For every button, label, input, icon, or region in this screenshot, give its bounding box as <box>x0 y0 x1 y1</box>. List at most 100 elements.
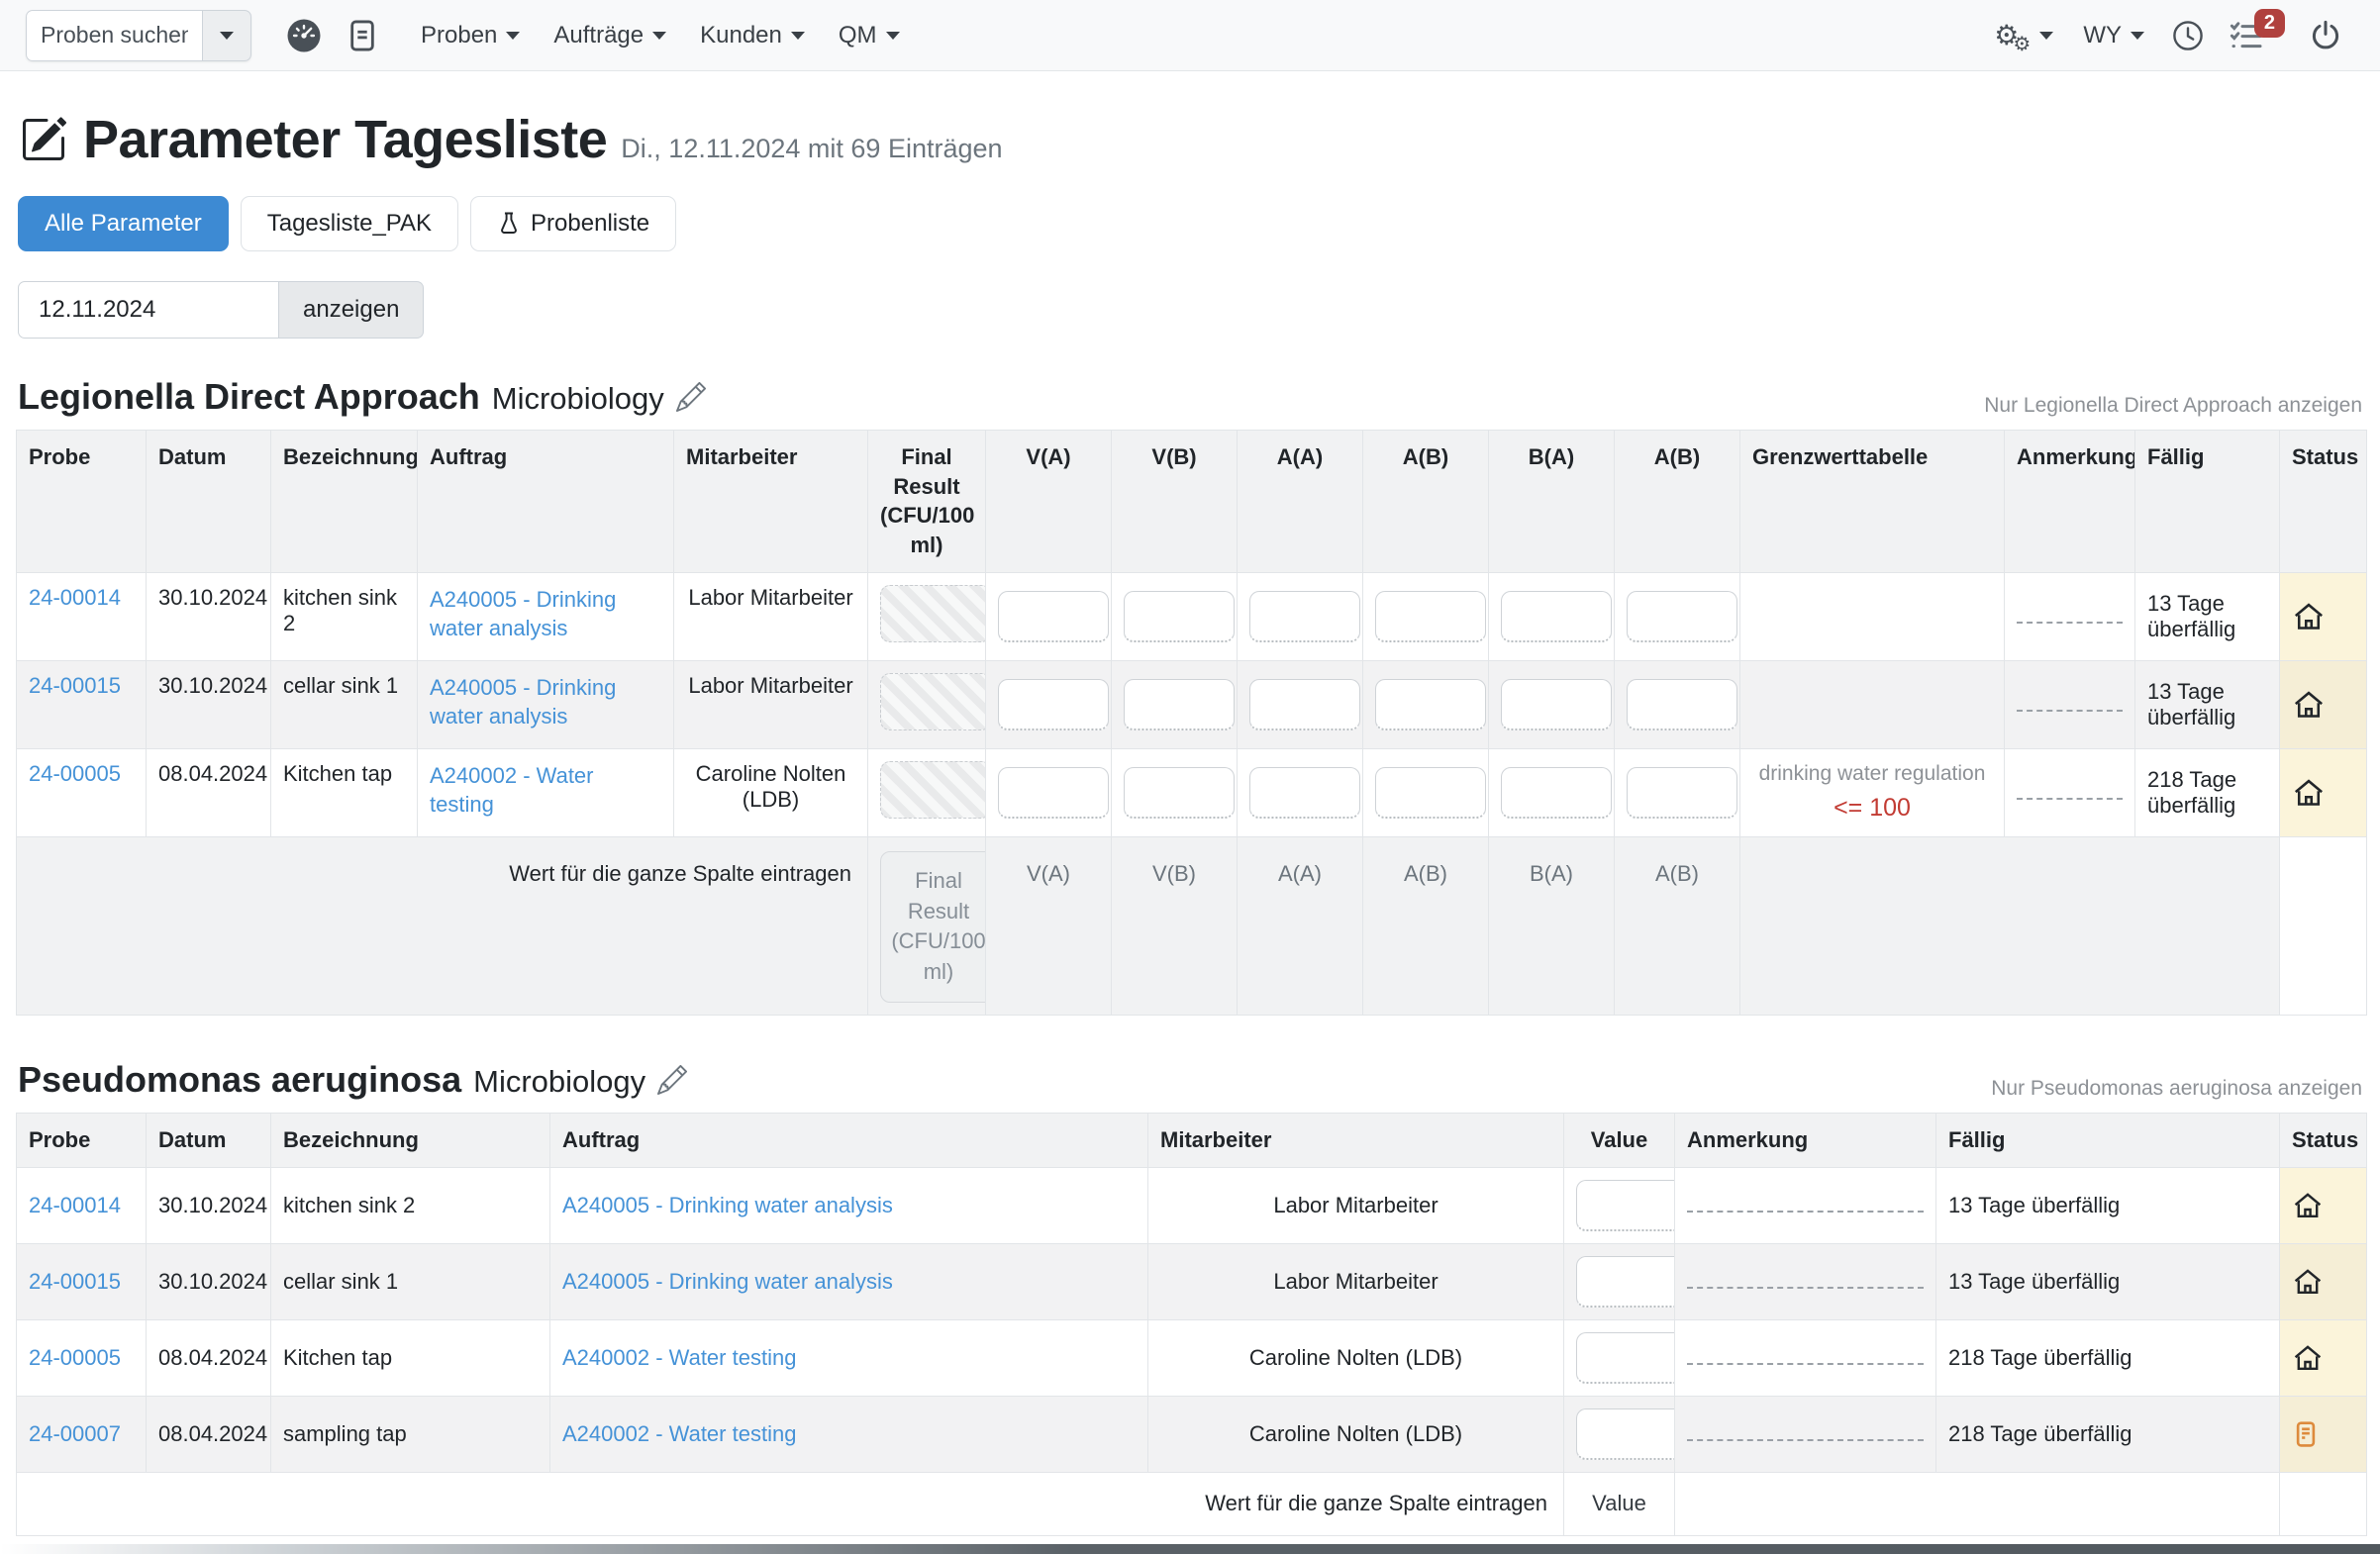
bulk-empty-cell <box>1675 1472 2280 1535</box>
bulk-column-aa-button[interactable]: A(A) <box>1278 861 1322 886</box>
vb-input[interactable] <box>1124 767 1235 819</box>
auftrag-link[interactable]: A240002 - Water testing <box>430 761 661 820</box>
bulk-column-ba-button[interactable]: B(A) <box>1530 861 1573 886</box>
col-vb: V(B) <box>1112 431 1238 573</box>
anmerkung-field[interactable] <box>2017 796 2123 800</box>
probe-link[interactable]: 24-00015 <box>29 1269 121 1294</box>
bulk-entry-row: Wert für die ganze Spalte eintragen Valu… <box>17 1472 2367 1535</box>
table-row: 24-00007 08.04.2024 sampling tap A240002… <box>17 1396 2367 1472</box>
gears-icon: ⚙⚙ <box>1994 22 2019 49</box>
vb-input[interactable] <box>1124 679 1235 730</box>
search-input[interactable] <box>26 10 202 61</box>
menu-qm[interactable]: QM <box>839 22 900 49</box>
bulk-column-ab-button[interactable]: A(B) <box>1404 861 1447 886</box>
table-row: 24-00014 30.10.2024 kitchen sink 2 A2400… <box>17 572 2367 660</box>
grenzwert-link[interactable]: drinking water regulation <box>1752 762 1992 786</box>
pencil-icon[interactable] <box>676 382 706 412</box>
auftrag-link[interactable]: A240005 - Drinking water analysis <box>430 585 661 643</box>
va-input[interactable] <box>998 767 1109 819</box>
faellig-cell: 218 Tage überfällig <box>1936 1319 2280 1396</box>
value-input[interactable] <box>1576 1408 1675 1460</box>
ba-input[interactable] <box>1501 767 1612 819</box>
probe-link[interactable]: 24-00014 <box>29 1193 121 1217</box>
col-bezeichnung: Bezeichnung <box>271 431 418 573</box>
auftrag-link[interactable]: A240005 - Drinking water analysis <box>430 673 661 731</box>
anmerkung-field[interactable] <box>1687 1209 1924 1213</box>
anmerkung-field[interactable] <box>2017 620 2123 624</box>
table-row: 24-00015 30.10.2024 cellar sink 1 A24000… <box>17 1243 2367 1319</box>
anmerkung-field[interactable] <box>1687 1437 1924 1441</box>
caret-down-icon <box>652 32 666 40</box>
tab-tagesliste-pak[interactable]: Tagesliste_PAK <box>241 196 458 251</box>
va-input[interactable] <box>998 591 1109 642</box>
ab-input[interactable] <box>1375 679 1486 730</box>
probe-link[interactable]: 24-00015 <box>29 673 121 698</box>
auftrag-link[interactable]: A240002 - Water testing <box>562 1345 796 1370</box>
journal-text-icon <box>2292 1419 2354 1449</box>
ab2-input[interactable] <box>1627 767 1737 819</box>
ab-input[interactable] <box>1375 591 1486 642</box>
anmerkung-field[interactable] <box>2017 708 2123 712</box>
power-icon[interactable] <box>2310 20 2341 51</box>
probe-link[interactable]: 24-00005 <box>29 761 121 786</box>
speedometer-icon[interactable] <box>286 18 322 53</box>
probe-link[interactable]: 24-00014 <box>29 585 121 610</box>
user-menu[interactable]: WY <box>2083 22 2144 49</box>
bulk-entry-label: Wert für die ganze Spalte eintragen <box>17 836 868 1015</box>
probe-link[interactable]: 24-00005 <box>29 1345 121 1370</box>
ab2-input[interactable] <box>1627 591 1737 642</box>
settings-menu[interactable]: ⚙⚙ <box>1994 22 2053 49</box>
col-auftrag: Auftrag <box>418 431 674 573</box>
home-icon <box>2292 1342 2354 1374</box>
pencil-icon[interactable] <box>657 1065 687 1095</box>
ba-input[interactable] <box>1501 679 1612 730</box>
file-text-icon[interactable] <box>347 19 377 52</box>
bulk-column-value-button[interactable]: Value <box>1592 1491 1646 1515</box>
aa-input[interactable] <box>1249 591 1360 642</box>
clock-icon[interactable] <box>2172 20 2204 51</box>
home-icon <box>2292 776 2354 810</box>
auftrag-link[interactable]: A240002 - Water testing <box>562 1421 796 1446</box>
col-datum: Datum <box>147 1113 271 1167</box>
probe-link[interactable]: 24-00007 <box>29 1421 121 1446</box>
datum-cell: 08.04.2024 <box>147 1396 271 1472</box>
menu-proben[interactable]: Proben <box>421 22 520 49</box>
auftrag-link[interactable]: A240005 - Drinking water analysis <box>562 1269 893 1294</box>
menu-kunden[interactable]: Kunden <box>700 22 805 49</box>
bulk-column-va-button[interactable]: V(A) <box>1027 861 1070 886</box>
bezeichnung-cell: Kitchen tap <box>271 748 418 836</box>
filter-only-legionella-link[interactable]: Nur Legionella Direct Approach anzeigen <box>1984 394 2362 418</box>
vb-input[interactable] <box>1124 591 1235 642</box>
date-input[interactable] <box>18 281 279 339</box>
header-row: Probe Datum Bezeichnung Auftrag Mitarbei… <box>17 1113 2367 1167</box>
ba-input[interactable] <box>1501 591 1612 642</box>
anzeigen-button[interactable]: anzeigen <box>279 281 424 339</box>
col-value: Value <box>1564 1113 1675 1167</box>
checklist-icon[interactable]: 2 <box>2230 21 2263 50</box>
aa-input[interactable] <box>1249 679 1360 730</box>
ab2-input[interactable] <box>1627 679 1737 730</box>
aa-input[interactable] <box>1249 767 1360 819</box>
tab-probenliste[interactable]: Probenliste <box>470 196 676 251</box>
bulk-column-ab2-button[interactable]: A(B) <box>1655 861 1699 886</box>
ab-input[interactable] <box>1375 767 1486 819</box>
va-input[interactable] <box>998 679 1109 730</box>
bulk-entry-row: Wert für die ganze Spalte eintragen Fina… <box>17 836 2367 1015</box>
final-result-input-disabled <box>880 761 986 819</box>
value-input[interactable] <box>1576 1180 1675 1231</box>
datum-cell: 30.10.2024 <box>147 1243 271 1319</box>
menu-auftraege[interactable]: Aufträge <box>553 22 666 49</box>
value-input[interactable] <box>1576 1332 1675 1384</box>
anmerkung-field[interactable] <box>1687 1361 1924 1365</box>
search-dropdown-button[interactable] <box>202 10 251 61</box>
mitarbeiter-cell: Labor Mitarbeiter <box>674 572 868 660</box>
bulk-column-vb-button[interactable]: V(B) <box>1152 861 1196 886</box>
auftrag-link[interactable]: A240005 - Drinking water analysis <box>562 1193 893 1217</box>
value-input[interactable] <box>1576 1256 1675 1308</box>
tab-alle-parameter[interactable]: Alle Parameter <box>18 196 229 251</box>
anmerkung-field[interactable] <box>1687 1285 1924 1289</box>
mitarbeiter-cell: Labor Mitarbeiter <box>1148 1167 1564 1243</box>
section-title-legionella: Legionella Direct Approach <box>18 376 480 418</box>
filter-only-pseudomonas-link[interactable]: Nur Pseudomonas aeruginosa anzeigen <box>1991 1077 2362 1101</box>
main-menu: Proben Aufträge Kunden QM <box>404 22 917 49</box>
